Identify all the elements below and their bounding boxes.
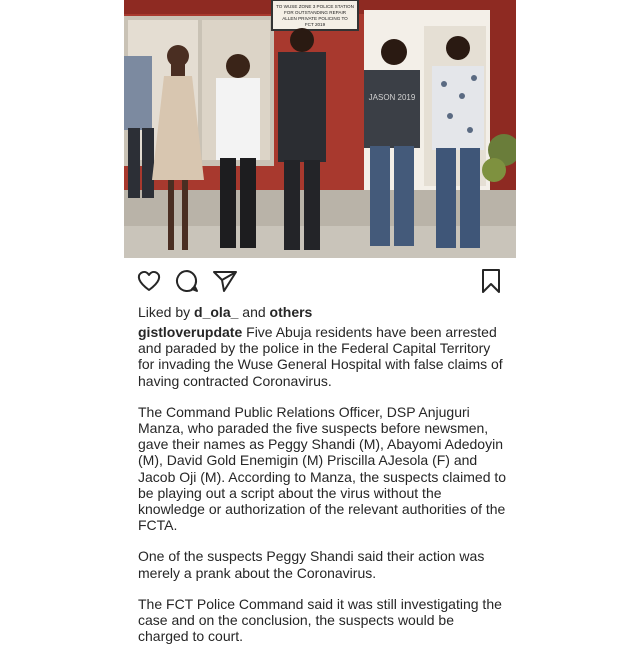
caption-paragraph: The FCT Police Command said it was still… [138, 595, 502, 645]
likes-joiner: and [242, 304, 266, 320]
comment-icon[interactable] [174, 268, 200, 294]
post-caption: gistloverupdate Five Abuja residents hav… [138, 324, 508, 659]
heart-icon[interactable] [136, 268, 162, 294]
paper-plane-icon[interactable] [212, 268, 238, 294]
sign-line: FCT 2019 [305, 22, 326, 27]
caption-username-link[interactable]: gistloverupdate [138, 324, 242, 340]
post-photo[interactable]: TO WUSE ZONE 3 POLICE STATION FOR OUTSTA… [124, 0, 516, 258]
caption-paragraph: The Command Public Relations Officer, DS… [138, 403, 507, 534]
shirt-text: JASON 2019 [369, 93, 416, 102]
likes-prefix: Liked by [138, 304, 191, 320]
bookmark-icon[interactable] [478, 268, 504, 294]
caption-paragraph: gistloverupdate Five Abuja residents hav… [138, 324, 508, 389]
post-photo-illustration: TO WUSE ZONE 3 POLICE STATION FOR OUTSTA… [124, 0, 516, 258]
likes-summary: Liked by d_ola_ and others [138, 303, 508, 321]
sign-line: ALLEN PRIVATE POLICING TO [282, 16, 348, 21]
sign-line: FOR OUTSTANDING REPAIR [284, 10, 347, 15]
liked-by-others-link[interactable]: others [270, 304, 313, 320]
sign-line: TO WUSE ZONE 3 POLICE STATION [276, 4, 354, 9]
post-actions-bar [136, 268, 504, 294]
liked-by-user-link[interactable]: d_ola_ [194, 304, 238, 320]
caption-paragraph: One of the suspects Peggy Shandi said th… [138, 548, 485, 581]
